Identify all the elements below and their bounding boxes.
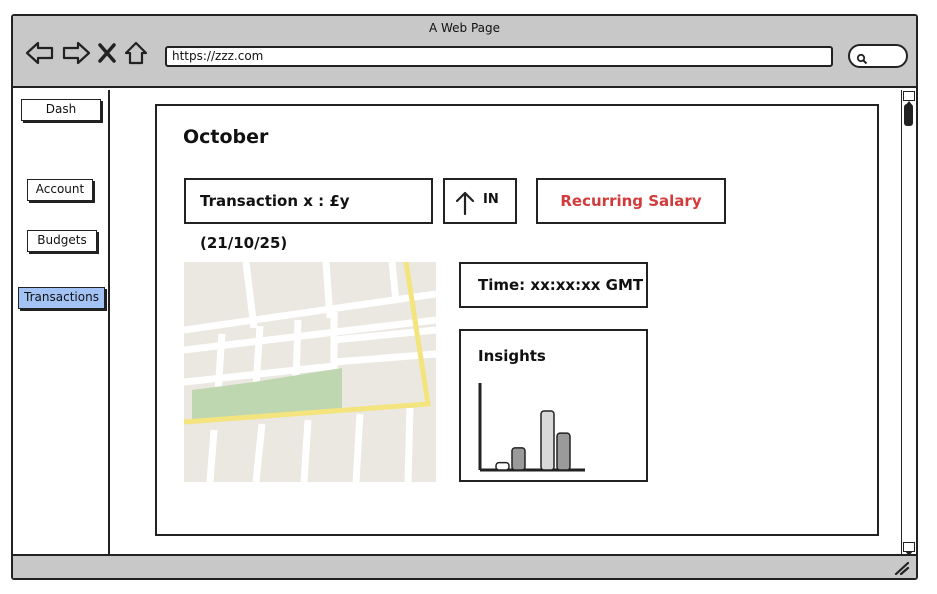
scroll-up-arrow-icon[interactable] xyxy=(903,91,915,106)
sidebar-item-budgets[interactable]: Budgets xyxy=(27,230,97,252)
chart-bar xyxy=(540,410,555,471)
insights-chart xyxy=(478,383,585,472)
sidebar-item-dash[interactable]: Dash xyxy=(21,99,101,121)
chart-bar xyxy=(495,461,510,471)
sidebar-item-transactions[interactable]: Transactions xyxy=(18,287,105,309)
address-bar[interactable]: https://zzz.com xyxy=(165,46,833,67)
status-bar xyxy=(13,554,916,578)
title-bar: A Web Page https://zzz.com xyxy=(13,16,916,88)
forward-arrow-icon[interactable] xyxy=(61,40,91,66)
location-map xyxy=(183,261,437,486)
close-x-icon[interactable] xyxy=(97,42,117,64)
chart-bar xyxy=(511,447,526,471)
scroll-thumb[interactable] xyxy=(904,104,913,126)
transaction-summary: Transaction x : £y (21/10/25) xyxy=(184,178,433,252)
chart-bar xyxy=(556,432,571,471)
resize-grip-icon[interactable] xyxy=(894,560,910,579)
home-icon[interactable] xyxy=(123,40,149,66)
month-heading: October xyxy=(183,126,269,148)
browser-search-field[interactable] xyxy=(848,44,908,68)
sidebar: Dash Account Budgets Transactions xyxy=(13,90,110,554)
direction-label: IN xyxy=(483,192,499,207)
category-label: Recurring Salary xyxy=(536,178,726,224)
navigation-controls xyxy=(25,38,149,68)
window-title: A Web Page xyxy=(428,21,501,35)
arrow-up-icon xyxy=(455,191,475,216)
direction-badge: IN xyxy=(443,178,517,224)
search-icon xyxy=(856,50,868,69)
back-arrow-icon[interactable] xyxy=(25,40,55,66)
sidebar-item-account[interactable]: Account xyxy=(27,179,93,201)
vertical-scrollbar[interactable] xyxy=(901,90,916,556)
transaction-detail-panel: October Transaction x : £y (21/10/25) IN… xyxy=(155,104,879,536)
transaction-time: Time: xx:xx:xx GMT xyxy=(459,262,648,308)
scroll-down-arrow-icon[interactable] xyxy=(903,542,915,556)
insights-card: Insights xyxy=(459,329,648,482)
